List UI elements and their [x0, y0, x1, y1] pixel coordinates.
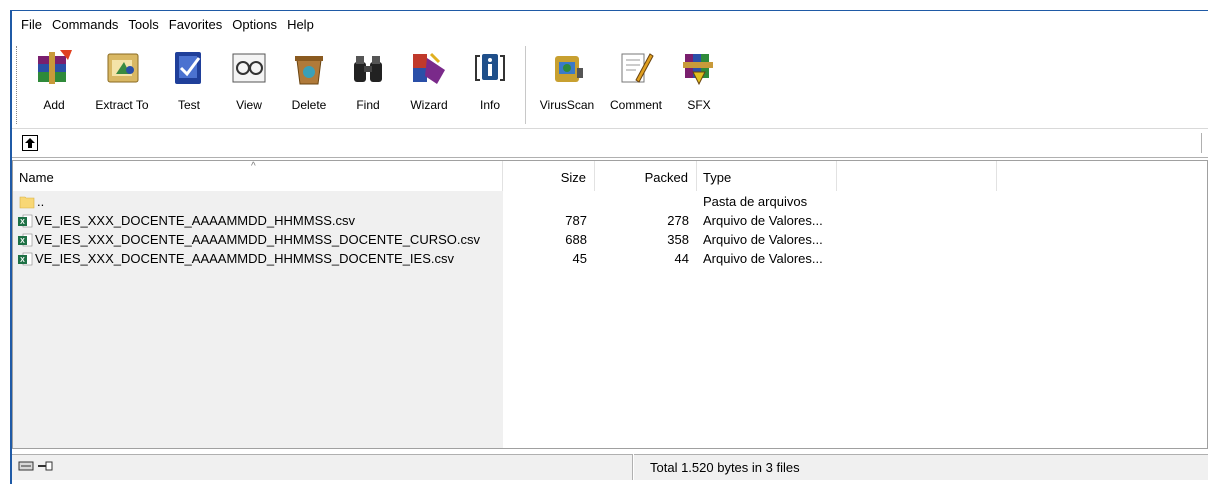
view-label: View	[236, 98, 262, 112]
row-name: X VE_IES_XXX_DOCENTE_AAAAMMDD_HHMMSS_DOC…	[17, 230, 480, 249]
comment-icon	[614, 46, 658, 90]
row-type: Arquivo de Valores...	[703, 213, 823, 228]
row-size: 787	[565, 213, 587, 228]
row-packed: 44	[674, 251, 689, 266]
sort-ascending-icon: ^	[251, 161, 256, 172]
wizard-icon	[407, 46, 451, 90]
row-type: Pasta de arquivos	[703, 194, 808, 209]
info-icon	[468, 46, 512, 90]
test-icon	[167, 46, 211, 90]
csv-file-icon: X	[17, 213, 33, 229]
row-packed	[595, 192, 689, 211]
list-item[interactable]: X VE_IES_XXX_DOCENTE_AAAAMMDD_HHMMSS.csv…	[13, 211, 1207, 230]
status-bar: Total 1.520 bytes in 3 files	[12, 454, 1208, 480]
winrar-window: File Commands Tools Favorites Options He…	[12, 11, 1208, 484]
row-name: ..	[19, 192, 44, 211]
row-packed: 358	[667, 232, 689, 247]
menu-help[interactable]: Help	[282, 13, 319, 36]
menu-favorites[interactable]: Favorites	[164, 13, 227, 36]
virusscan-button[interactable]: VirusScan	[534, 40, 600, 112]
row-type: Arquivo de Valores...	[703, 232, 823, 247]
toolbar: Add Extract To Test View Delete Find Wiz…	[12, 40, 1208, 130]
virusscan-label: VirusScan	[539, 98, 595, 112]
add-button[interactable]: Add	[25, 40, 83, 112]
info-button[interactable]: Info	[463, 40, 517, 112]
password-key-icon[interactable]	[37, 460, 53, 475]
status-left	[12, 454, 633, 480]
delete-icon	[287, 46, 331, 90]
find-label: Find	[356, 98, 380, 112]
sfx-label: SFX	[687, 98, 711, 112]
file-list: Name ^ Size Packed Type .. Pasta de arqu…	[12, 160, 1208, 449]
folder-icon	[19, 194, 35, 210]
address-bar	[12, 128, 1208, 158]
path-field[interactable]	[72, 133, 1202, 153]
row-type: Arquivo de Valores...	[703, 251, 823, 266]
list-item[interactable]: X VE_IES_XXX_DOCENTE_AAAAMMDD_HHMMSS_DOC…	[13, 249, 1207, 268]
info-label: Info	[479, 98, 500, 112]
column-header-size[interactable]: Size	[503, 161, 595, 191]
csv-file-icon: X	[17, 251, 33, 267]
toolbar-separator	[525, 46, 526, 124]
view-icon	[227, 46, 271, 90]
column-header-type[interactable]: Type	[697, 161, 837, 191]
sfx-icon	[677, 46, 721, 90]
comment-label: Comment	[609, 98, 662, 112]
sfx-button[interactable]: SFX	[672, 40, 726, 112]
find-binoculars-icon	[346, 46, 390, 90]
toolbar-grip[interactable]	[16, 46, 19, 124]
column-header-name[interactable]: Name	[13, 161, 503, 191]
wizard-label: Wizard	[410, 98, 448, 112]
row-packed: 278	[667, 213, 689, 228]
drive-icon[interactable]	[18, 460, 34, 475]
menu-options[interactable]: Options	[227, 13, 282, 36]
list-header: Name ^ Size Packed Type	[13, 161, 1207, 191]
row-size	[503, 192, 587, 211]
find-button[interactable]: Find	[341, 40, 395, 112]
extract-to-label: Extract To	[95, 98, 149, 112]
column-header-packed[interactable]: Packed	[595, 161, 697, 191]
extract-icon	[100, 46, 144, 90]
svg-text:X: X	[20, 238, 25, 245]
add-archive-icon	[32, 46, 76, 90]
status-summary: Total 1.520 bytes in 3 files	[634, 454, 1208, 480]
extract-to-button[interactable]: Extract To	[87, 40, 157, 112]
row-name: X VE_IES_XXX_DOCENTE_AAAAMMDD_HHMMSS.csv	[17, 211, 355, 230]
row-size: 45	[572, 251, 587, 266]
menu-bar: File Commands Tools Favorites Options He…	[12, 11, 1208, 37]
wizard-button[interactable]: Wizard	[399, 40, 459, 112]
column-header-extra[interactable]	[837, 161, 997, 191]
svg-text:X: X	[20, 257, 25, 264]
up-arrow-icon	[25, 138, 35, 148]
add-label: Add	[43, 98, 65, 112]
csv-file-icon: X	[17, 232, 33, 248]
up-folder-button[interactable]	[22, 135, 38, 151]
delete-label: Delete	[291, 98, 327, 112]
svg-text:X: X	[20, 219, 25, 226]
view-button[interactable]: View	[221, 40, 277, 112]
virus-scan-icon	[545, 46, 589, 90]
list-item[interactable]: .. Pasta de arquivos	[13, 192, 1207, 211]
delete-button[interactable]: Delete	[281, 40, 337, 112]
comment-button[interactable]: Comment	[604, 40, 668, 112]
menu-file[interactable]: File	[16, 13, 47, 36]
list-item[interactable]: X VE_IES_XXX_DOCENTE_AAAAMMDD_HHMMSS_DOC…	[13, 230, 1207, 249]
test-button[interactable]: Test	[161, 40, 217, 112]
menu-commands[interactable]: Commands	[47, 13, 123, 36]
menu-tools[interactable]: Tools	[123, 13, 163, 36]
test-label: Test	[177, 98, 200, 112]
row-size: 688	[565, 232, 587, 247]
row-name: X VE_IES_XXX_DOCENTE_AAAAMMDD_HHMMSS_DOC…	[17, 249, 454, 268]
